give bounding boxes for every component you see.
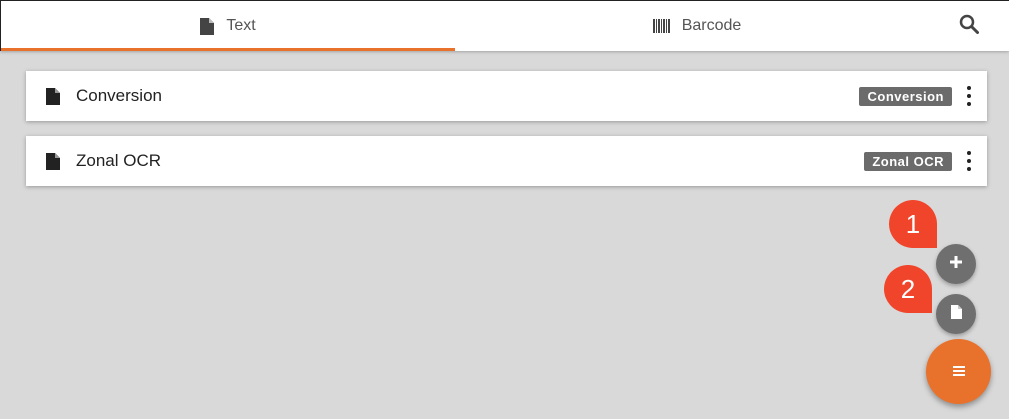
plus-icon: [950, 255, 962, 273]
add-document-button[interactable]: [936, 294, 976, 334]
item-badge: Zonal OCR: [864, 151, 952, 171]
document-icon: [46, 152, 60, 170]
active-tab-indicator: [1, 48, 455, 51]
kebab-dot: [967, 159, 971, 163]
more-options-button[interactable]: [963, 151, 975, 171]
more-options-button[interactable]: [963, 86, 975, 106]
tab-text-label: Text: [226, 17, 256, 34]
list-item-zonal-ocr[interactable]: Zonal OCR Zonal OCR: [26, 136, 987, 186]
barcode-icon: [652, 19, 670, 33]
callout-marker-2: 2: [884, 265, 932, 313]
callout-marker-1: 1: [889, 200, 937, 248]
search-button[interactable]: [957, 14, 981, 38]
document-icon: [200, 17, 215, 35]
document-icon: [46, 87, 60, 105]
list-item-conversion[interactable]: Conversion Conversion: [26, 71, 987, 121]
kebab-dot: [967, 151, 971, 155]
kebab-dot: [967, 102, 971, 106]
search-icon: [959, 14, 979, 39]
menu-icon: [952, 363, 965, 381]
item-badge: Conversion: [859, 86, 952, 106]
top-tab-bar: Text Barcode: [0, 0, 1009, 51]
kebab-dot: [967, 167, 971, 171]
kebab-dot: [967, 86, 971, 90]
add-button[interactable]: [936, 244, 976, 284]
tab-barcode[interactable]: Barcode: [455, 1, 939, 51]
tab-barcode-label: Barcode: [681, 17, 742, 34]
kebab-dot: [967, 94, 971, 98]
tab-text[interactable]: Text: [1, 1, 455, 51]
main-menu-fab[interactable]: [926, 339, 991, 404]
item-title: Conversion: [76, 86, 162, 105]
item-title: Zonal OCR: [76, 151, 162, 170]
document-icon: [950, 304, 962, 324]
